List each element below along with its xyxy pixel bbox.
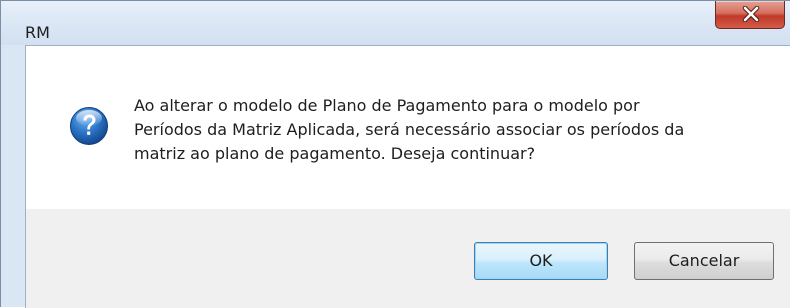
ok-button[interactable]: OK	[474, 242, 608, 280]
question-icon	[70, 107, 108, 145]
window-title: RM	[25, 23, 50, 42]
cancel-button[interactable]: Cancelar	[634, 242, 774, 280]
close-icon	[742, 6, 760, 22]
dialog-body: Ao alterar o modelo de Plano de Pagament…	[25, 45, 790, 308]
message-area: Ao alterar o modelo de Plano de Pagament…	[26, 46, 790, 209]
message-dialog: RM Ao alterar o modelo de Plano de Pagam…	[0, 0, 790, 308]
close-button[interactable]	[715, 1, 785, 29]
title-bar[interactable]: RM	[1, 1, 790, 45]
message-text: Ao alterar o modelo de Plano de Pagament…	[134, 96, 685, 163]
